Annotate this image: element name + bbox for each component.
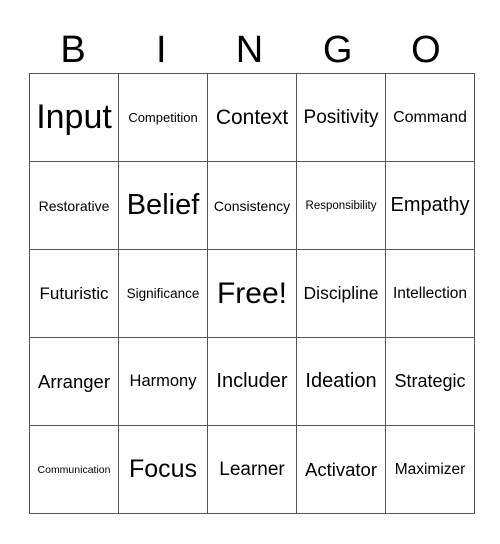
bingo-cell[interactable]: Positivity — [296, 73, 386, 162]
bingo-row: Futuristic Significance Free! Discipline… — [29, 249, 475, 338]
bingo-cell[interactable]: Harmony — [118, 337, 208, 426]
header-letter-o: O — [411, 29, 441, 71]
header-letter-i: I — [156, 29, 167, 71]
header-letter-b: B — [60, 29, 86, 71]
bingo-cell[interactable]: Belief — [118, 161, 208, 250]
header-letter-n: N — [235, 29, 264, 71]
bingo-cell[interactable]: Responsibility — [296, 161, 386, 250]
bingo-cell[interactable]: Restorative — [29, 161, 119, 250]
bingo-cell[interactable]: Arranger — [29, 337, 119, 426]
bingo-cell[interactable]: Strategic — [385, 337, 475, 426]
bingo-cell[interactable]: Context — [207, 73, 297, 162]
bingo-row: Input Competition Context Positivity Com… — [29, 73, 475, 162]
bingo-cell[interactable]: Consistency — [207, 161, 297, 250]
bingo-cell[interactable]: Communication — [29, 425, 119, 514]
bingo-cell[interactable]: Competition — [118, 73, 208, 162]
bingo-cell[interactable]: Command — [385, 73, 475, 162]
bingo-cell[interactable]: Intellection — [385, 249, 475, 338]
bingo-cell[interactable]: Ideation — [296, 337, 386, 426]
bingo-header: B I N G O — [29, 28, 470, 72]
header-letter-g: G — [322, 29, 353, 71]
bingo-cell[interactable]: Empathy — [385, 161, 475, 250]
bingo-row: Restorative Belief Consistency Responsib… — [29, 161, 475, 250]
bingo-cell[interactable]: Discipline — [296, 249, 386, 338]
bingo-cell[interactable]: Focus — [118, 425, 208, 514]
bingo-cell[interactable]: Maximizer — [385, 425, 475, 514]
bingo-cell[interactable]: Learner — [207, 425, 297, 514]
bingo-row: Arranger Harmony Includer Ideation Strat… — [29, 337, 475, 426]
bingo-row: Communication Focus Learner Activator Ma… — [29, 425, 475, 514]
bingo-cell[interactable]: Input — [29, 73, 119, 162]
bingo-cell[interactable]: Includer — [207, 337, 297, 426]
bingo-cell[interactable]: Significance — [118, 249, 208, 338]
bingo-cell[interactable]: Futuristic — [29, 249, 119, 338]
free-space-cell[interactable]: Free! — [207, 249, 297, 338]
bingo-cell[interactable]: Activator — [296, 425, 386, 514]
bingo-card: Input Competition Context Positivity Com… — [29, 73, 475, 514]
